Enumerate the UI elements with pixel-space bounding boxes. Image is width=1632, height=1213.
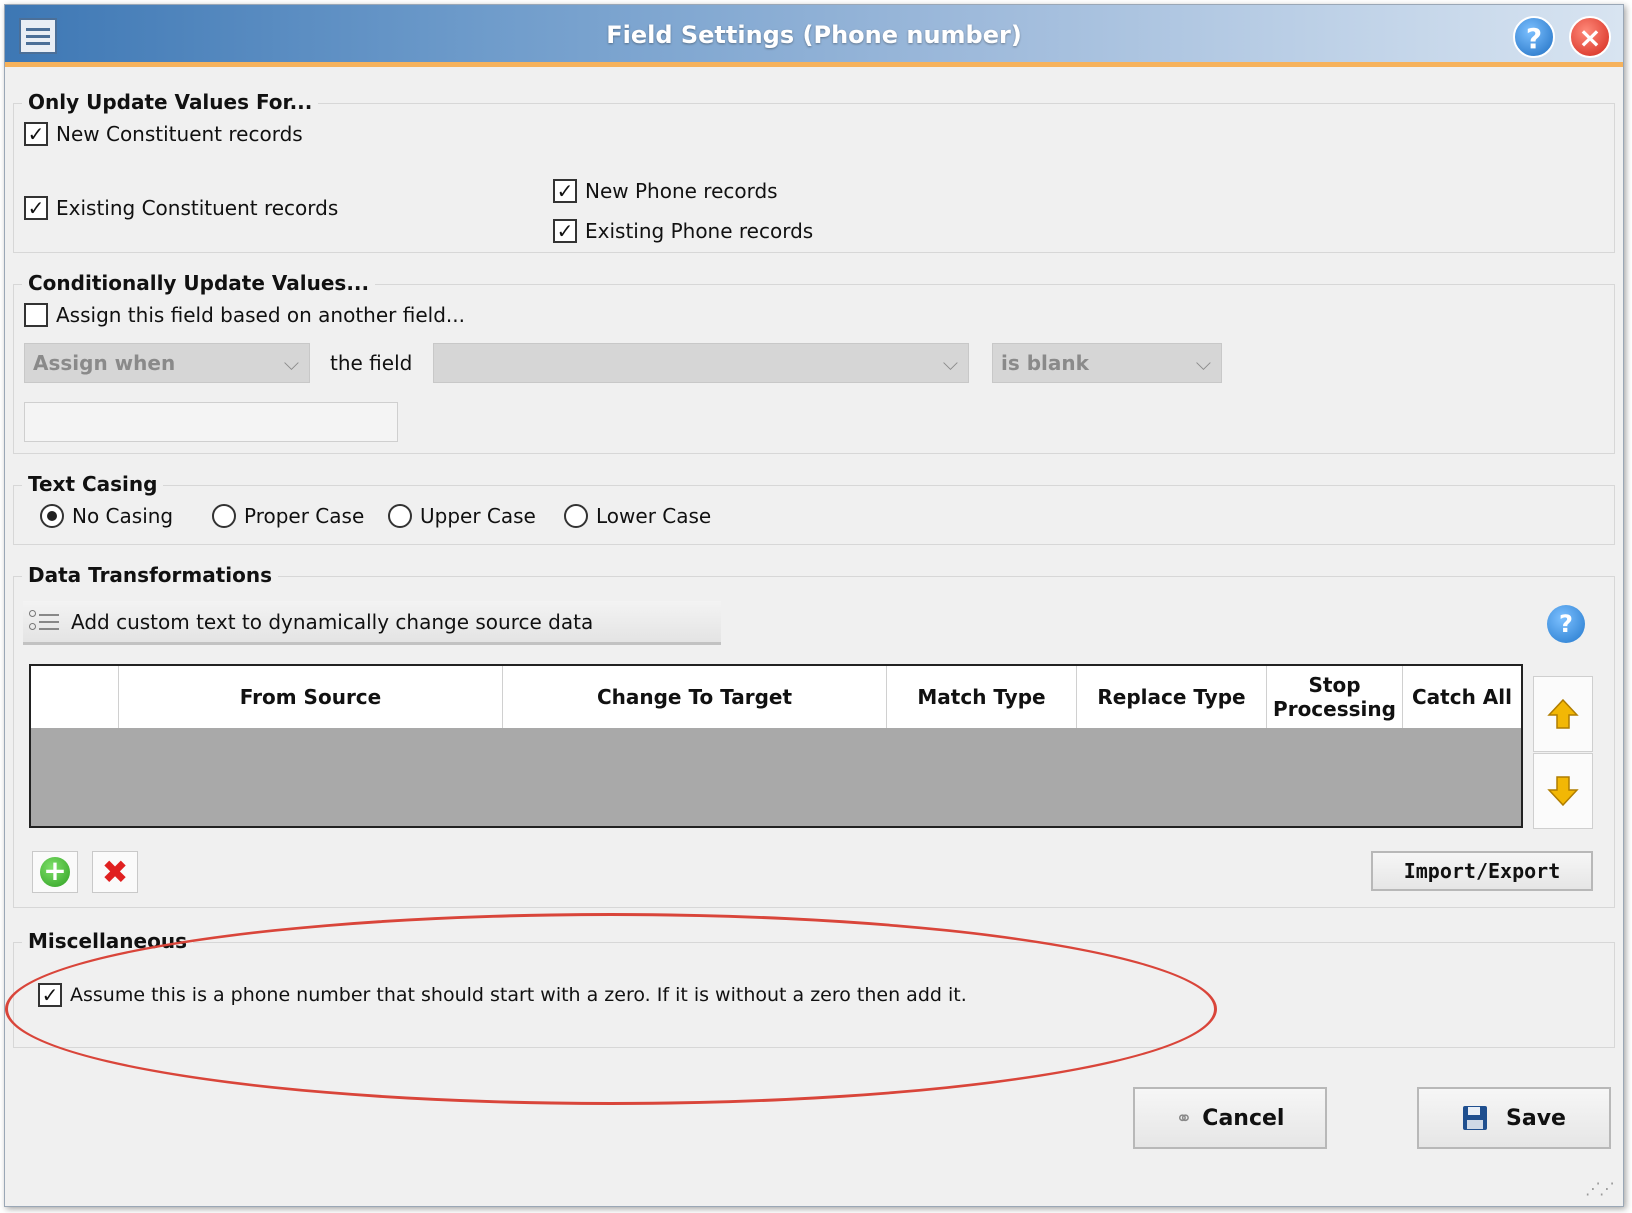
transformations-grid[interactable]: From Source Change To Target Match Type … [29,664,1523,828]
column-header-stop-processing[interactable]: Stop Processing [1267,666,1403,728]
transformations-legend: Data Transformations [22,563,279,587]
leading-zero-checkbox[interactable]: ✓ Assume this is a phone number that sho… [38,983,967,1007]
transformations-help-icon[interactable]: ? [1547,605,1585,643]
radio-proper-case[interactable]: Proper Case [212,504,364,528]
help-icon[interactable]: ? [1513,16,1555,58]
close-icon[interactable]: × [1569,16,1611,58]
text-casing-legend: Text Casing [22,472,164,496]
down-arrow-icon [1547,776,1579,807]
field-dropdown[interactable]: ⌵ [433,343,969,383]
no-casing-label: No Casing [72,504,174,528]
existing-constituent-label: Existing Constituent records [56,196,339,220]
list-icon [29,609,59,635]
proper-case-label: Proper Case [244,504,365,528]
only-update-group: Only Update Values For... ✓ New Constitu… [13,90,1615,253]
leading-zero-label: Assume this is a phone number that shoul… [70,984,967,1006]
existing-phone-label: Existing Phone records [585,219,814,243]
save-label: Save [1506,1105,1566,1131]
window-title: Field Settings (Phone number) [606,21,1022,49]
new-constituent-checkbox[interactable]: ✓ New Constituent records [24,122,303,146]
conditional-group: Conditionally Update Values... Assign th… [13,271,1615,454]
radio-icon [388,504,412,528]
radio-no-casing[interactable]: No Casing [40,504,173,528]
column-header-replace-type[interactable]: Replace Type [1077,666,1267,728]
chevron-down-icon: ⌵ [283,351,299,375]
field-settings-window: Field Settings (Phone number) ? × Only U… [4,4,1624,1207]
text-casing-group: Text Casing No Casing Proper Case Upper … [13,472,1615,545]
check-icon: ✓ [553,179,577,203]
check-icon: ✓ [24,122,48,146]
chevron-down-icon: ⌵ [1195,351,1211,375]
new-phone-checkbox[interactable]: ✓ New Phone records [553,179,778,203]
new-phone-label: New Phone records [585,179,778,203]
radio-icon [212,504,236,528]
assign-based-checkbox[interactable]: Assign this field based on another field… [24,303,465,327]
resize-grip-icon[interactable]: ⋰⋰ [1585,1179,1615,1198]
plus-icon: + [40,857,70,887]
column-header-match-type[interactable]: Match Type [887,666,1077,728]
add-row-button[interactable]: + [32,851,78,893]
lower-case-label: Lower Case [596,504,712,528]
assign-when-dropdown[interactable]: Assign when ⌵ [24,343,310,383]
save-button[interactable]: Save [1417,1087,1611,1149]
delete-icon: ✖ [101,853,129,891]
radio-upper-case[interactable]: Upper Case [388,504,536,528]
column-header-change-to-target[interactable]: Change To Target [503,666,887,728]
existing-constituent-checkbox[interactable]: ✓ Existing Constituent records [24,196,338,220]
check-icon: ✓ [38,983,62,1007]
add-custom-text-button[interactable]: Add custom text to dynamically change so… [23,601,721,645]
only-update-legend: Only Update Values For... [22,90,319,114]
condition-dropdown[interactable]: is blank ⌵ [992,343,1222,383]
the-field-label: the field [330,351,413,375]
up-arrow-icon [1547,698,1579,729]
checkbox-box [24,303,48,327]
condition-value-input[interactable] [24,402,398,442]
conditional-legend: Conditionally Update Values... [22,271,376,295]
radio-selected-icon [40,504,64,528]
column-header-catch-all[interactable]: Catch All [1403,666,1521,728]
floppy-disk-icon [1463,1106,1488,1130]
move-up-button[interactable] [1533,676,1593,752]
cancel-button[interactable]: ⚭ Cancel [1133,1087,1327,1149]
assign-when-value: Assign when [33,351,176,375]
delete-row-button[interactable]: ✖ [92,851,138,893]
radio-icon [564,504,588,528]
cancel-label: Cancel [1202,1105,1285,1131]
chevron-down-icon: ⌵ [942,351,958,375]
column-header-from-source[interactable]: From Source [119,666,503,728]
grid-header: From Source Change To Target Match Type … [31,666,1521,728]
upper-case-label: Upper Case [420,504,536,528]
check-icon: ✓ [553,219,577,243]
move-down-button[interactable] [1533,753,1593,829]
title-bar: Field Settings (Phone number) ? × [5,5,1623,67]
miscellaneous-group: Miscellaneous ✓ Assume this is a phone n… [13,929,1615,1048]
check-icon: ✓ [24,196,48,220]
new-constituent-label: New Constituent records [56,122,303,146]
condition-value: is blank [1001,351,1089,375]
radio-lower-case[interactable]: Lower Case [564,504,711,528]
cancel-icon: ⚭ [1175,1106,1193,1130]
column-header-selector[interactable] [31,666,119,728]
miscellaneous-legend: Miscellaneous [22,929,193,953]
assign-based-label: Assign this field based on another field… [56,303,465,327]
existing-phone-checkbox[interactable]: ✓ Existing Phone records [553,219,813,243]
add-custom-text-label: Add custom text to dynamically change so… [71,609,594,634]
import-export-button[interactable]: Import/Export [1371,851,1593,891]
